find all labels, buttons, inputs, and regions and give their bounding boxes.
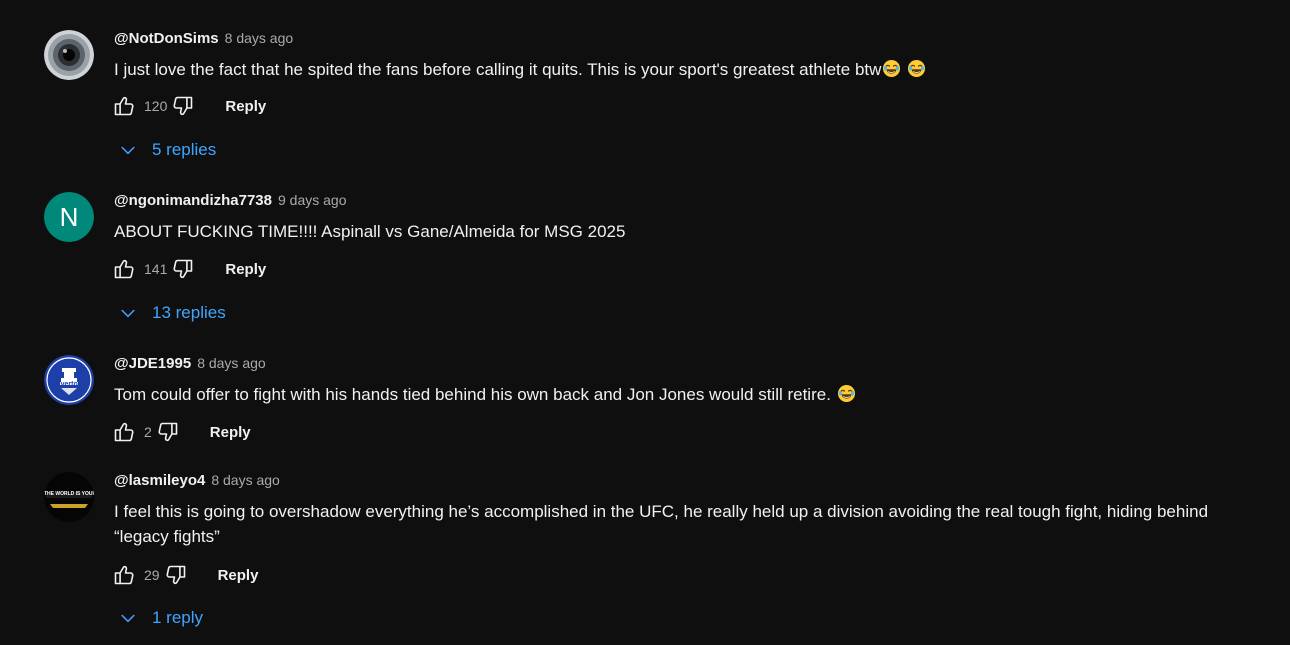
thumbs-up-icon [112, 420, 136, 444]
like-count: 2 [144, 424, 152, 440]
like-count: 141 [144, 261, 168, 277]
comment-actions: 141 Reply [110, 255, 266, 283]
avatar[interactable]: N [44, 192, 94, 242]
comment-actions: 29 Reply [110, 561, 258, 589]
like-button[interactable] [110, 255, 138, 283]
comment-header: @lasmileyo4 8 days ago [114, 472, 280, 492]
avatar[interactable]: Everton [44, 355, 94, 405]
thumbs-down-icon [156, 420, 180, 444]
avatar-text: THE WORLD IS YOURS [44, 491, 94, 497]
chevron-down-icon [116, 301, 140, 325]
like-button[interactable] [110, 418, 138, 446]
like-button[interactable] [110, 561, 138, 589]
comment-time[interactable]: 8 days ago [197, 355, 266, 371]
dislike-button[interactable] [169, 92, 197, 120]
comment-text: ABOUT FUCKING TIME!!!! Aspinall vs Gane/… [114, 219, 1264, 244]
comment-text: I feel this is going to overshadow every… [114, 499, 1254, 549]
comment-time[interactable]: 9 days ago [278, 192, 347, 208]
thumbs-up-icon [112, 563, 136, 587]
comment-author[interactable]: @ngonimandizha7738 [114, 192, 272, 209]
everton-crest-avatar-icon [44, 355, 94, 405]
comment-text: I just love the fact that he spited the … [114, 57, 1264, 82]
eye-avatar-icon [44, 30, 94, 80]
view-replies-button[interactable]: 13 replies [116, 299, 226, 327]
comment-author[interactable]: @lasmileyo4 [114, 472, 205, 489]
dislike-button[interactable] [162, 561, 190, 589]
avatar-text: Everton [55, 381, 83, 388]
comment-actions: 2 Reply [110, 418, 251, 446]
comment-time[interactable]: 8 days ago [225, 30, 294, 46]
chevron-down-icon [116, 606, 140, 630]
view-replies-button[interactable]: 5 replies [116, 136, 216, 164]
comment-text-content: I feel this is going to overshadow every… [114, 502, 1209, 546]
thumbs-up-icon [112, 257, 136, 281]
laughing-tears-emoji-icon [907, 59, 926, 78]
comment-header: @NotDonSims 8 days ago [114, 30, 293, 50]
thumbs-down-icon [171, 257, 195, 281]
thumbs-down-icon [164, 563, 188, 587]
comment-author[interactable]: @NotDonSims [114, 30, 219, 47]
comment-text-content: I just love the fact that he spited the … [114, 60, 882, 79]
thumbs-down-icon [171, 94, 195, 118]
replies-count-label: 1 reply [152, 608, 204, 627]
view-replies-button[interactable]: 1 reply [116, 604, 203, 632]
comment-author[interactable]: @JDE1995 [114, 355, 191, 372]
like-button[interactable] [110, 92, 138, 120]
comments-section: @NotDonSims 8 days ago I just love the fa… [0, 0, 1290, 645]
reply-button[interactable]: Reply [225, 261, 266, 278]
comment-actions: 120 Reply [110, 92, 266, 120]
laughing-tears-emoji-icon [837, 384, 856, 403]
like-count: 29 [144, 567, 160, 583]
replies-count-label: 5 replies [152, 140, 217, 159]
comment-header: @JDE1995 8 days ago [114, 355, 266, 375]
dislike-button[interactable] [154, 418, 182, 446]
avatar[interactable] [44, 30, 94, 80]
comment-text-content: Tom could offer to fight with his hands … [114, 385, 831, 404]
chevron-down-icon [116, 138, 140, 162]
thumbs-up-icon [112, 94, 136, 118]
reply-button[interactable]: Reply [225, 98, 266, 115]
reply-button[interactable]: Reply [218, 567, 259, 584]
dislike-button[interactable] [169, 255, 197, 283]
comment-text: Tom could offer to fight with his hands … [114, 382, 1264, 407]
avatar-letter: N [44, 192, 94, 242]
replies-count-label: 13 replies [152, 303, 226, 322]
comment-text-content: ABOUT FUCKING TIME!!!! Aspinall vs Gane/… [114, 222, 626, 241]
comment-time[interactable]: 8 days ago [211, 472, 280, 488]
like-count: 120 [144, 98, 168, 114]
avatar[interactable]: THE WORLD IS YOURS [44, 472, 94, 522]
reply-button[interactable]: Reply [210, 424, 251, 441]
laughing-tears-emoji-icon [882, 59, 901, 78]
comment-header: @ngonimandizha7738 9 days ago [114, 192, 347, 212]
